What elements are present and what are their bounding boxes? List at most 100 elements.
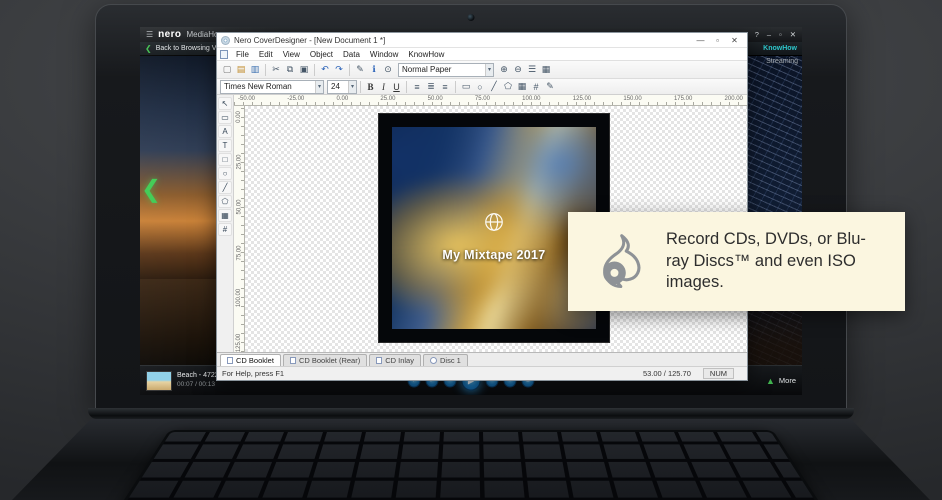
side-tool-icon[interactable]: A	[218, 125, 232, 138]
menu-object[interactable]: Object	[305, 50, 338, 59]
toolbar-zoom-icon[interactable]: ⊖	[511, 63, 525, 77]
tab-cd-inlay[interactable]: CD Inlay	[369, 354, 421, 366]
horizontal-ruler: -50.00 -25.00 0.00 25.00 50.00 75.00 100.00 125…	[234, 95, 747, 106]
draw-tool-icon[interactable]: ▦	[515, 80, 529, 94]
maximize-button[interactable]: ▫	[779, 30, 782, 39]
now-playing-thumbnail[interactable]	[146, 370, 172, 391]
draw-tool-icon[interactable]: ⬠	[501, 80, 515, 94]
track-title: Beach - 4722	[177, 372, 219, 380]
scene: ☰ nero MediaHome ? – ▫ ✕ ❮ Back to Brows…	[0, 0, 942, 500]
nero-logo: nero	[158, 29, 182, 40]
menu-data[interactable]: Data	[338, 50, 365, 59]
globe-icon	[485, 213, 503, 231]
toolbar-edit-icon[interactable]: ▣	[297, 63, 311, 77]
menu-view[interactable]: View	[278, 50, 305, 59]
toolbar-file-icon[interactable]: ▤	[234, 63, 248, 77]
toolbar-file-icon[interactable]: ▢	[220, 63, 234, 77]
coverdesigner-titlebar[interactable]: Nero CoverDesigner - [New Document 1 *] …	[217, 33, 747, 48]
more-control[interactable]: ▲ More	[766, 376, 796, 386]
ruler-number: 200.00	[724, 96, 743, 102]
toolbar-misc-icon[interactable]: ℹ	[367, 63, 381, 77]
star-trails-photo	[746, 56, 802, 365]
draw-tool-icon[interactable]: ╱	[487, 80, 501, 94]
undo-redo-icons: ↶ ↷	[318, 63, 346, 77]
align-icon[interactable]: ≡	[438, 80, 452, 94]
close-button[interactable]: ✕	[790, 30, 796, 39]
draw-tool-icon[interactable]: ▭	[459, 80, 473, 94]
toolbar-undo-icon[interactable]: ↷	[332, 63, 346, 77]
toolbar-undo-icon[interactable]: ↶	[318, 63, 332, 77]
side-tool-icon[interactable]: #	[218, 223, 232, 236]
tab-cd-booklet-rear[interactable]: CD Booklet (Rear)	[282, 354, 368, 366]
tab-disc-1[interactable]: Disc 1	[422, 354, 468, 366]
ruler-number: -25.00	[287, 96, 305, 102]
streaming-tab[interactable]: Streaming	[766, 58, 798, 65]
menu-icon[interactable]: ☰	[146, 30, 153, 39]
menu-edit[interactable]: Edit	[254, 50, 278, 59]
page-icon	[227, 357, 233, 364]
photo-thumb-night-sky[interactable]	[140, 56, 216, 151]
document-icon[interactable]	[220, 49, 228, 59]
close-button[interactable]: ✕	[726, 36, 743, 45]
underline-button[interactable]: U	[390, 80, 403, 93]
toolbar-separator	[265, 63, 266, 76]
toolbar-misc-icon[interactable]: ⊙	[381, 63, 395, 77]
toolbar-edit-icon[interactable]: ✂	[269, 63, 283, 77]
menu-knowhow[interactable]: KnowHow	[403, 50, 449, 59]
laptop-keyboard	[115, 432, 827, 500]
big-back-chevron-icon[interactable]: ❮	[141, 175, 161, 204]
ruler-number: 50.00	[236, 199, 243, 215]
maximize-button[interactable]: ▫	[709, 36, 726, 45]
help-icon[interactable]: ?	[755, 30, 759, 39]
vertical-ruler: 0.00 25.00 50.00 75.00 100.00 125.00	[234, 106, 245, 352]
menu-window[interactable]: Window	[365, 50, 403, 59]
toolbar-zoom-icon[interactable]: ⊕	[497, 63, 511, 77]
webcam-dot	[467, 14, 475, 21]
photo-thumb-mountains[interactable]	[140, 150, 216, 280]
laptop-screen-bezel: ☰ nero MediaHome ? – ▫ ✕ ❮ Back to Brows…	[95, 4, 847, 408]
align-toolbar-icons: ≡ ≣ ≡	[410, 80, 452, 94]
minimize-button[interactable]: –	[767, 30, 771, 39]
ruler-number: 0.00	[336, 96, 349, 102]
side-tool-icon[interactable]: □	[218, 153, 232, 166]
toolbar-misc-icon[interactable]: ✎	[353, 63, 367, 77]
toolbar-zoom-icon[interactable]: ▦	[539, 63, 553, 77]
minimize-button[interactable]: —	[692, 36, 709, 45]
bold-button[interactable]: B	[364, 80, 377, 93]
photo-thumbnail-strip[interactable]	[140, 56, 216, 365]
toolbar-separator	[455, 80, 456, 93]
window-title: Nero CoverDesigner - [New Document 1 *]	[234, 35, 386, 45]
toolbar-separator	[349, 63, 350, 76]
toolbar-file-icon[interactable]: ▥	[248, 63, 262, 77]
ruler-number: 125.00	[572, 96, 592, 102]
up-arrow-icon: ▲	[765, 375, 775, 386]
num-lock-indicator: NUM	[702, 368, 734, 379]
paper-type-dropdown[interactable]: Normal Paper ▾	[398, 62, 494, 77]
tab-cd-booklet[interactable]: CD Booklet	[220, 354, 281, 366]
draw-tool-icon[interactable]: ○	[473, 80, 487, 94]
menu-file[interactable]: File	[231, 50, 254, 59]
laptop-display: ☰ nero MediaHome ? – ▫ ✕ ❮ Back to Brows…	[140, 27, 802, 395]
font-name-dropdown[interactable]: Times New Roman ▾	[220, 79, 324, 94]
side-tool-icon[interactable]: T	[218, 139, 232, 152]
toolbar-zoom-icon[interactable]: ☰	[525, 63, 539, 77]
side-tool-icon[interactable]: ╱	[218, 181, 232, 194]
nero-flame-disc-icon	[603, 233, 641, 288]
side-tool-icon[interactable]: ▭	[218, 111, 232, 124]
side-tool-icon[interactable]: ⬠	[218, 195, 232, 208]
mediahome-window-controls: ? – ▫ ✕	[755, 30, 796, 39]
draw-tool-icon[interactable]: #	[529, 80, 543, 94]
toolbar-edit-icon[interactable]: ⧉	[283, 63, 297, 77]
side-tool-icon[interactable]: ○	[218, 167, 232, 180]
main-toolbar: ▢ ▤ ▥ ✂ ⧉ ▣ ↶ ↷ ✎ ℹ ⊙ Normal Paper ▾ ⊕ ⊖…	[217, 61, 747, 79]
side-tool-icon[interactable]: ↖	[218, 97, 232, 110]
promo-text: Record CDs, DVDs, or Blu-ray Discs™ and …	[666, 229, 866, 292]
align-icon[interactable]: ≡	[410, 80, 424, 94]
side-tool-icon[interactable]: ▦	[218, 209, 232, 222]
align-icon[interactable]: ≣	[424, 80, 438, 94]
draw-tool-icon[interactable]: ✎	[543, 80, 557, 94]
knowhow-button[interactable]: KnowHow	[763, 45, 797, 52]
italic-button[interactable]: I	[377, 80, 390, 93]
photo-thumb-dark-ridge[interactable]	[140, 279, 216, 365]
font-size-dropdown[interactable]: 24 ▾	[327, 79, 357, 94]
